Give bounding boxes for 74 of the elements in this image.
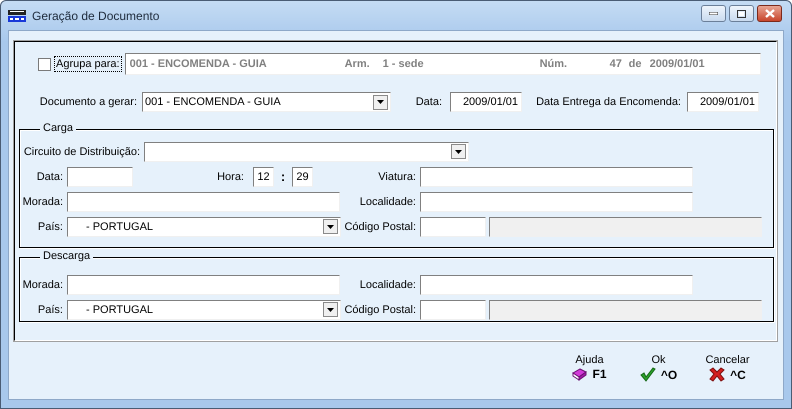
maximize-button[interactable] <box>729 5 754 22</box>
close-button[interactable] <box>757 5 782 22</box>
window-title: Geração de Documento <box>32 8 160 22</box>
action-button[interactable]: Cancelar ^C <box>700 354 755 382</box>
field-label: País: <box>36 304 63 316</box>
date-text: 2009/01/01 <box>650 58 705 70</box>
group-title: Carga <box>40 122 76 134</box>
field-label: Hora: <box>216 170 244 182</box>
close-icon <box>764 9 774 18</box>
input-field[interactable] <box>67 274 340 294</box>
time-separator: : <box>280 169 286 184</box>
dropdown[interactable]: - PORTUGAL <box>67 216 341 236</box>
shortcut-text: ^C <box>730 368 746 382</box>
field-label: Circuito de Distribuição: <box>22 146 140 158</box>
input-field[interactable] <box>67 166 133 186</box>
input-field[interactable] <box>420 192 693 212</box>
input-field[interactable] <box>420 300 486 320</box>
input-field[interactable]: 2009/01/01 <box>687 92 759 112</box>
action-button[interactable]: Ajuda F1 <box>562 354 617 382</box>
dropdown[interactable]: - PORTUGAL <box>67 300 341 320</box>
field-label: Arm. <box>344 58 371 70</box>
maximize-icon <box>737 10 746 18</box>
app-icon <box>8 10 26 22</box>
checkbox-label[interactable]: Agrupa para: <box>55 57 121 71</box>
input-field[interactable]: 29 <box>292 166 313 186</box>
shortcut-text: F1 <box>592 367 606 381</box>
field-label: Localidade: <box>358 196 416 208</box>
caret-icon <box>455 150 462 154</box>
grouping-field[interactable]: 001 - ENCOMENDA - GUIA Arm. 1 - sede Núm. 47 de 2009/01/01 <box>124 53 761 75</box>
readonly-field[interactable] <box>489 300 762 320</box>
dropdown-button[interactable] <box>323 302 338 317</box>
dropdown-button[interactable] <box>373 94 388 110</box>
field-label: País: <box>36 220 63 232</box>
minimize-icon <box>709 12 718 15</box>
dropdown-button[interactable] <box>451 144 466 159</box>
input-field[interactable] <box>420 216 486 236</box>
document-text: 001 - ENCOMENDA - GUIA <box>130 58 268 70</box>
caret-icon <box>377 100 384 104</box>
button-label: Cancelar <box>705 354 750 366</box>
dropdown-button[interactable] <box>323 219 338 234</box>
checkbox[interactable] <box>38 58 51 70</box>
input-field[interactable] <box>420 274 693 294</box>
minimize-button[interactable] <box>701 5 726 22</box>
field-label: Núm. <box>540 58 568 70</box>
checkmark-icon <box>640 367 656 382</box>
field-label: Documento a gerar: <box>38 96 137 108</box>
caret-icon <box>327 224 334 228</box>
field-label: Localidade: <box>358 278 416 290</box>
dropdown[interactable] <box>144 142 469 162</box>
input-field[interactable] <box>67 192 340 212</box>
input-field[interactable] <box>420 166 693 186</box>
field-label: Data: <box>36 170 63 182</box>
group-title: Descarga <box>40 250 94 262</box>
button-label: Ajuda <box>575 354 604 366</box>
field-label: Código Postal: <box>343 220 416 232</box>
readonly-field[interactable] <box>489 216 762 236</box>
warehouse-text: 1 - sede <box>382 58 425 70</box>
field-label: Data: <box>414 96 442 108</box>
field-label: Data Entrega da Encomenda: <box>535 96 681 108</box>
close-icon <box>709 367 726 382</box>
number-text: 47 <box>610 58 623 70</box>
input-field[interactable]: 2009/01/01 <box>450 92 522 112</box>
shortcut-text: ^O <box>660 368 678 382</box>
field-label: Código Postal: <box>343 304 416 316</box>
field-label: Viatura: <box>377 170 416 182</box>
action-button[interactable]: Ok ^O <box>631 354 686 382</box>
field-label: Morada: <box>22 196 63 208</box>
field-label: de <box>628 58 642 70</box>
button-label: Ok <box>651 354 666 366</box>
input-field[interactable]: 12 <box>253 166 274 186</box>
book-icon <box>572 368 588 380</box>
caret-icon <box>327 308 334 312</box>
dropdown[interactable]: 001 - ENCOMENDA - GUIA <box>142 92 391 112</box>
field-label: Morada: <box>22 278 63 290</box>
